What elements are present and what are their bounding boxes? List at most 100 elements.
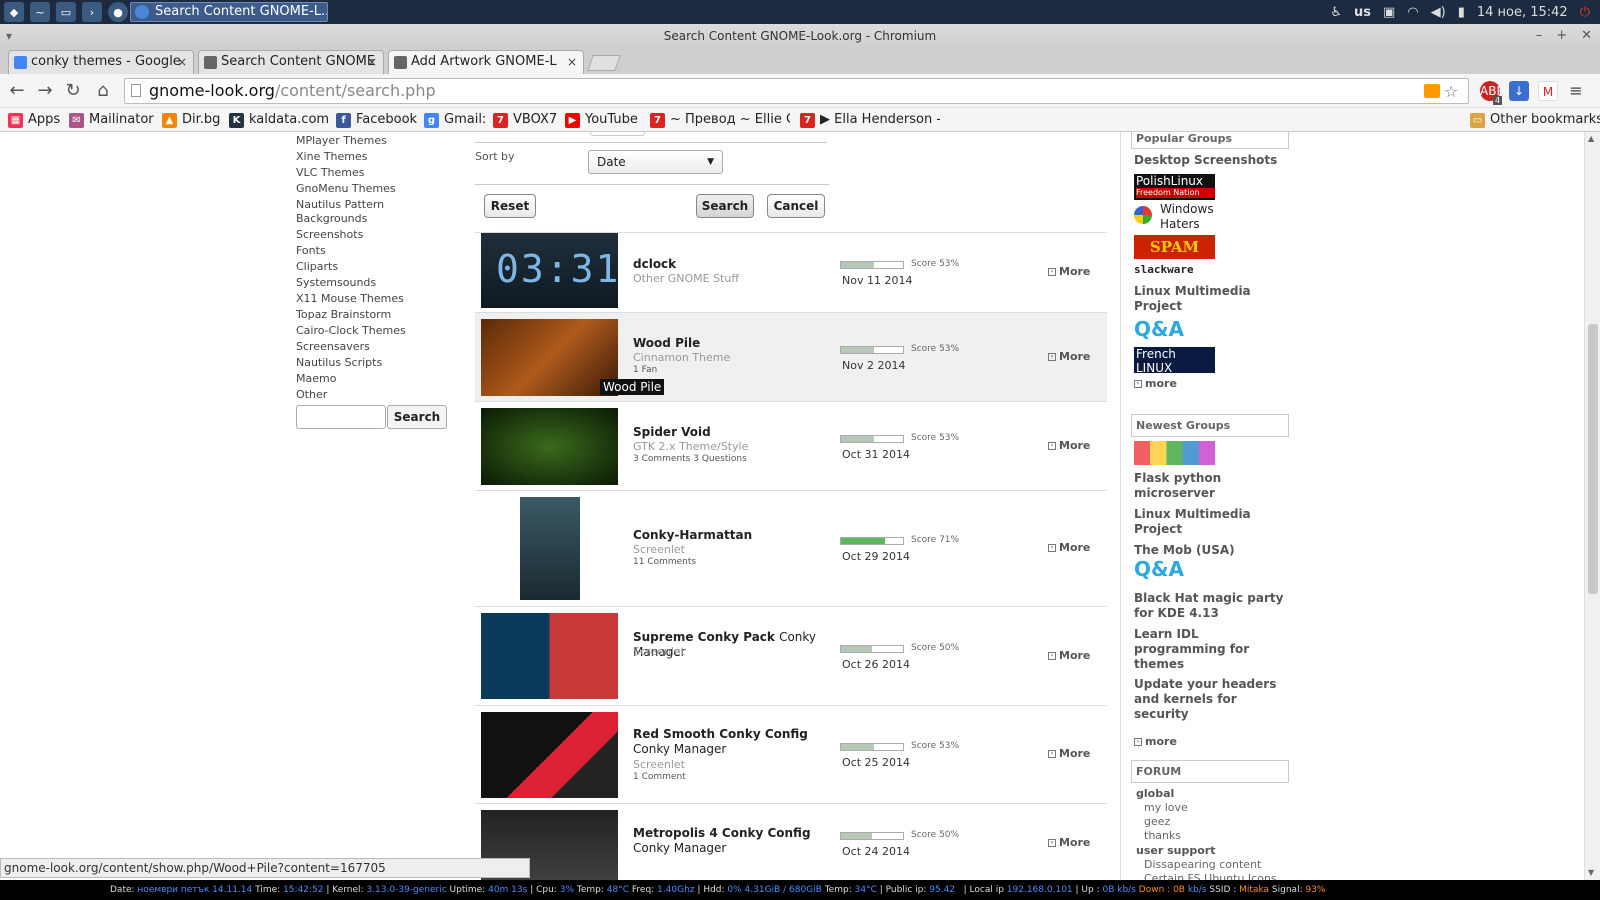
forum-topic[interactable]: my love bbox=[1144, 801, 1188, 814]
result-category[interactable]: Screenlet bbox=[633, 758, 685, 771]
taskbar-window-button[interactable]: Search Content GNOME-L... bbox=[130, 2, 328, 22]
spam-badge[interactable]: SPAM bbox=[1134, 235, 1215, 259]
tab-search-content[interactable]: Search Content GNOME × bbox=[198, 50, 384, 74]
spidervoid-thumbnail[interactable] bbox=[481, 408, 618, 485]
scroll-down-icon[interactable]: ▼ bbox=[1588, 868, 1594, 877]
more-link[interactable]: › More bbox=[1048, 350, 1090, 363]
result-title[interactable]: dclock bbox=[633, 257, 823, 272]
back-icon[interactable]: ← bbox=[6, 80, 28, 102]
tab-close-icon[interactable]: × bbox=[567, 51, 577, 73]
result-meta[interactable]: 11 Comments bbox=[633, 557, 696, 567]
category-link[interactable]: Nautilus Scripts bbox=[296, 356, 382, 370]
forum-topic[interactable]: Certain FS Ubuntu Icons bbox=[1144, 872, 1277, 880]
result-meta[interactable]: 3 Comments 3 Questions bbox=[633, 454, 747, 464]
harmattan-thumbnail[interactable] bbox=[520, 497, 580, 600]
volume-icon[interactable]: ◀) bbox=[1431, 5, 1446, 20]
scrollbar-thumb[interactable] bbox=[1588, 324, 1598, 594]
tab-google[interactable]: conky themes - Google × bbox=[8, 50, 194, 74]
more-link[interactable]: › More bbox=[1048, 747, 1090, 760]
bookmark-prevod[interactable]: 7 ~ Превод ~ Ellie Gou bbox=[650, 111, 790, 129]
bookmark-ella[interactable]: 7 ▶ Ella Henderson - G bbox=[800, 111, 940, 129]
more-link[interactable]: › More bbox=[1048, 541, 1090, 554]
scroll-up-icon[interactable]: ▲ bbox=[1588, 134, 1594, 143]
minimize-icon[interactable]: – bbox=[1536, 24, 1543, 48]
category-link[interactable]: Screensavers bbox=[296, 340, 370, 354]
category-link[interactable]: Cliparts bbox=[296, 260, 338, 274]
cancel-button[interactable]: Cancel bbox=[767, 194, 825, 218]
result-category[interactable]: Screenlet bbox=[633, 645, 685, 658]
group-link[interactable]: Learn IDL programming for themes bbox=[1134, 627, 1264, 672]
redsmooth-thumbnail[interactable] bbox=[481, 712, 618, 798]
result-title[interactable]: Wood Pile bbox=[633, 336, 823, 351]
reload-icon[interactable]: ↻ bbox=[62, 80, 84, 102]
group-link[interactable]: The Mob (USA) bbox=[1134, 543, 1235, 558]
windows-haters-icon[interactable] bbox=[1134, 206, 1152, 224]
other-bookmarks[interactable]: ▭ Other bookmarks bbox=[1470, 111, 1600, 129]
sort-select[interactable]: Date ▼ bbox=[588, 150, 723, 174]
bookmark-apps[interactable]: ▦ Apps bbox=[8, 111, 60, 129]
category-link[interactable]: X11 Mouse Themes bbox=[296, 292, 404, 306]
bookmark-facebook[interactable]: f Facebook bbox=[336, 111, 417, 129]
bookmark-vbox7[interactable]: 7 VBOX7 bbox=[493, 111, 557, 129]
qa-badge[interactable]: Q&A bbox=[1134, 318, 1184, 340]
group-link[interactable]: Desktop Screenshots bbox=[1134, 153, 1277, 168]
file-manager-icon[interactable]: ▭ bbox=[56, 2, 76, 22]
category-link[interactable]: VLC Themes bbox=[296, 166, 365, 180]
forward-icon[interactable]: → bbox=[34, 80, 56, 102]
category-link[interactable]: Maemo bbox=[296, 372, 336, 386]
category-link[interactable]: Xine Themes bbox=[296, 150, 368, 164]
woodpile-thumbnail[interactable] bbox=[481, 319, 618, 396]
system-monitor-icon[interactable]: ~ bbox=[30, 2, 50, 22]
bookmark-gmail[interactable]: g Gmail: bbox=[424, 111, 486, 129]
group-link[interactable]: Linux Multimedia Project bbox=[1134, 284, 1284, 314]
category-link[interactable]: GnoMenu Themes bbox=[296, 182, 396, 196]
bookmark-dirbg[interactable]: ▲ Dir.bg bbox=[162, 111, 220, 129]
more-link[interactable]: › More bbox=[1048, 265, 1090, 278]
result-meta[interactable]: 1 Comment bbox=[633, 772, 686, 782]
group-link[interactable]: Flask python microserver bbox=[1134, 471, 1254, 501]
result-category[interactable]: Screenlet bbox=[633, 543, 685, 556]
newest-groups-more-link[interactable]: › more bbox=[1134, 735, 1177, 748]
reset-button[interactable]: Reset bbox=[484, 194, 536, 218]
rss-icon[interactable] bbox=[1424, 84, 1440, 98]
popular-groups-more-link[interactable]: › more bbox=[1134, 377, 1177, 390]
supreme-thumbnail[interactable] bbox=[481, 613, 618, 699]
category-link[interactable]: Systemsounds bbox=[296, 276, 376, 290]
close-window-icon[interactable]: ✕ bbox=[1581, 24, 1592, 48]
polishlinux-badge[interactable]: PolishLinux Freedom Nation bbox=[1134, 174, 1215, 200]
more-link[interactable]: › More bbox=[1048, 649, 1090, 662]
qa-badge[interactable]: Q&A bbox=[1134, 558, 1184, 580]
forum-section-title[interactable]: global bbox=[1136, 787, 1174, 800]
app-menu-icon[interactable]: ◆ bbox=[4, 2, 24, 22]
home-icon[interactable]: ⌂ bbox=[92, 80, 114, 102]
frenchlinux-badge[interactable]: French LINUX Open Source Systems bbox=[1134, 347, 1215, 384]
bookmark-kaldata[interactable]: Kkaldata.com bbox=[229, 111, 329, 129]
window-menu-icon[interactable]: ▾ bbox=[6, 24, 12, 48]
result-title[interactable]: Metropolis 4 Conky Config Conky Manager bbox=[633, 826, 823, 856]
houses-badge[interactable] bbox=[1134, 441, 1215, 465]
result-category[interactable]: Cinnamon Theme bbox=[633, 351, 730, 364]
forum-topic[interactable]: Dissapearing content bbox=[1144, 858, 1261, 871]
category-search-button[interactable]: Search bbox=[387, 405, 447, 429]
forum-topic[interactable]: thanks bbox=[1144, 829, 1181, 842]
bookmark-mailinator[interactable]: ✉ Mailinator bbox=[69, 111, 154, 129]
category-search-input[interactable] bbox=[296, 405, 386, 429]
battery-icon[interactable]: ▮ bbox=[1458, 5, 1465, 20]
clock[interactable]: 14 ное, 15:42 bbox=[1477, 5, 1568, 20]
category-link[interactable]: Fonts bbox=[296, 244, 326, 258]
accessibility-icon[interactable]: ♿ bbox=[1330, 5, 1342, 20]
maximize-icon[interactable]: + bbox=[1556, 24, 1567, 48]
category-link[interactable]: Other bbox=[296, 388, 327, 402]
more-link[interactable]: › More bbox=[1048, 836, 1090, 849]
terminal-icon[interactable]: › bbox=[82, 2, 102, 22]
category-link[interactable]: Cairo-Clock Themes bbox=[296, 324, 406, 338]
tab-close-icon[interactable]: × bbox=[177, 51, 187, 73]
tab-add-artwork[interactable]: Add Artwork GNOME-L × bbox=[388, 50, 584, 74]
tab-close-icon[interactable]: × bbox=[367, 51, 377, 73]
more-link[interactable]: › More bbox=[1048, 439, 1090, 452]
search-button[interactable]: Search bbox=[696, 194, 754, 218]
vertical-scrollbar[interactable]: ▲ ▼ bbox=[1584, 132, 1600, 880]
group-link[interactable]: Update your headers and kernels for secu… bbox=[1134, 677, 1294, 722]
result-title[interactable]: Red Smooth Conky Config Conky Manager bbox=[633, 727, 823, 757]
bookmark-youtube[interactable]: ▶ YouTube bbox=[565, 111, 638, 129]
